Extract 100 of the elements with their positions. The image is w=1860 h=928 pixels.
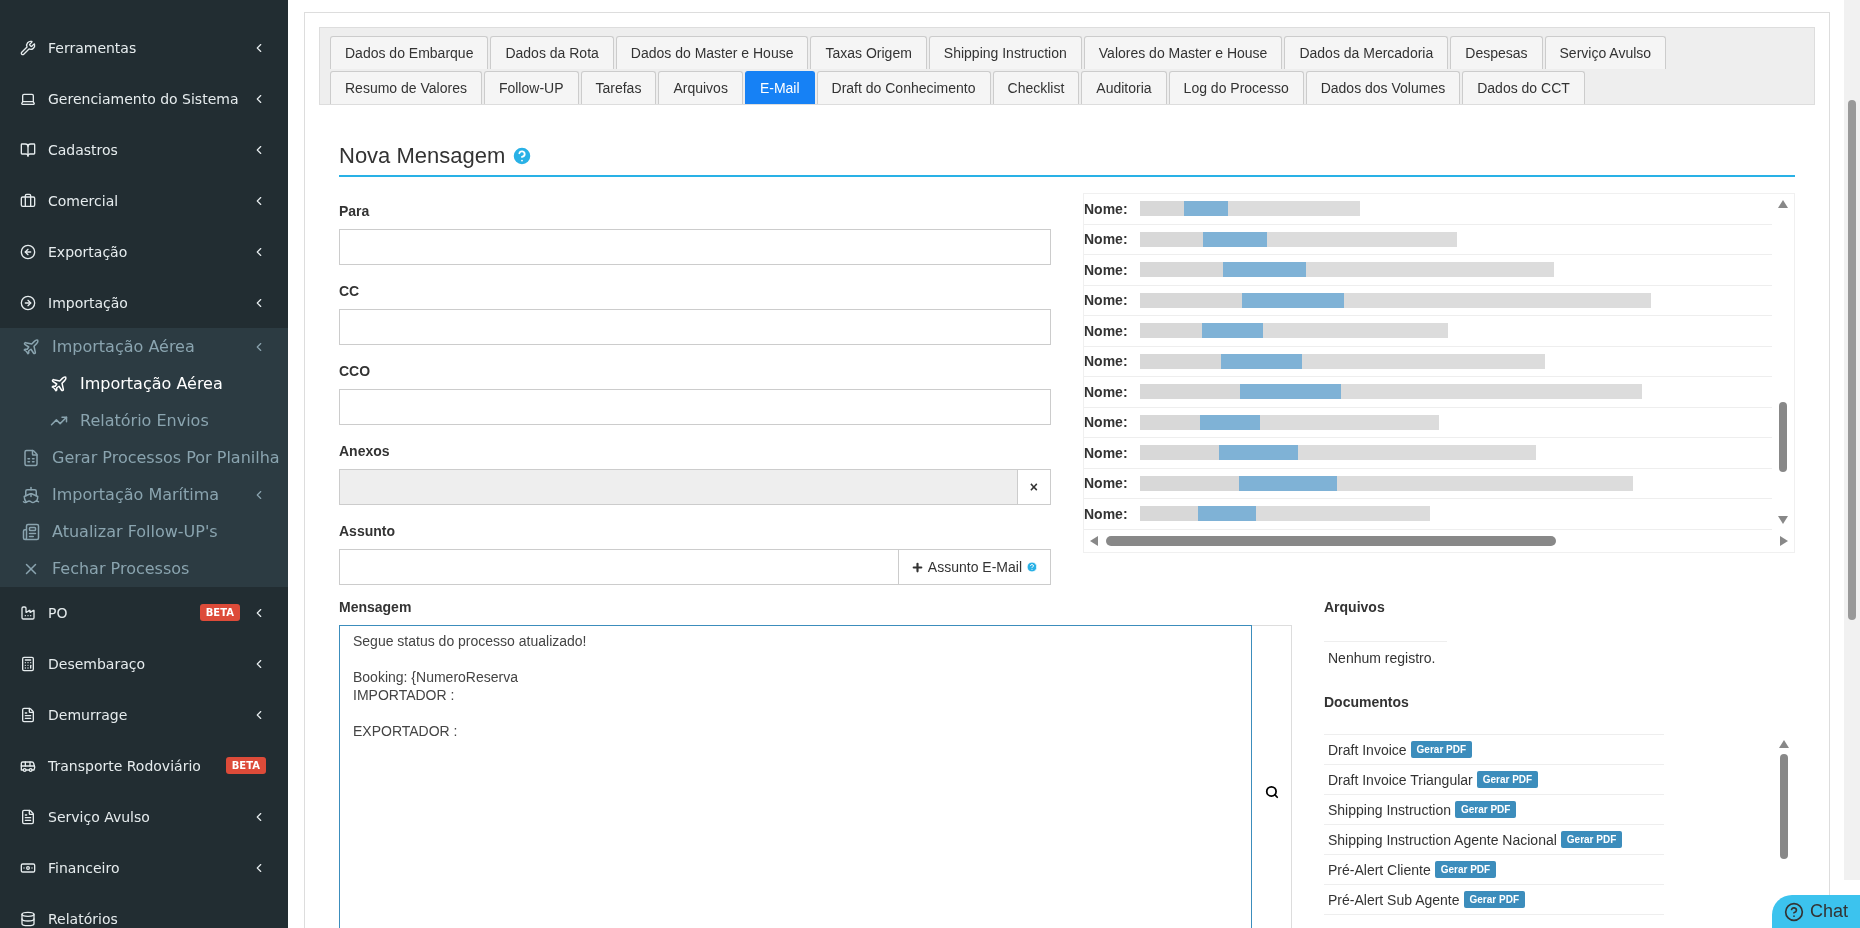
tab[interactable]: Dados do Embarque: [330, 36, 489, 69]
field-label: Mensagem: [339, 599, 413, 615]
contact-row[interactable]: Nome:: [1084, 346, 1772, 377]
empty-message: Nenhum registro.: [1324, 641, 1447, 674]
tab[interactable]: Serviço Avulso: [1544, 36, 1667, 69]
help-icon[interactable]: [511, 145, 534, 167]
input-field[interactable]: [339, 229, 1051, 265]
contact-label: Nome:: [1084, 505, 1129, 522]
document-name: Draft Invoice: [1328, 741, 1407, 758]
submenu-item[interactable]: Importação Aérea: [0, 365, 288, 402]
briefcase-icon: [20, 192, 36, 209]
contact-row[interactable]: Nome:: [1084, 499, 1772, 530]
sidebar-item[interactable]: Demurrage: [0, 689, 288, 740]
contact-row[interactable]: Nome:: [1084, 468, 1772, 499]
contact-row[interactable]: Nome:: [1084, 407, 1772, 438]
plane-icon: [22, 337, 40, 356]
sidebar-item[interactable]: PO BETA: [0, 587, 288, 638]
sidebar-item[interactable]: Ferramentas: [0, 22, 288, 73]
plus-icon: [910, 560, 924, 574]
contact-label: Nome:: [1084, 475, 1129, 492]
help-icon: [1783, 901, 1804, 922]
tab[interactable]: Tarefas: [580, 71, 657, 104]
input-field[interactable]: [339, 309, 1051, 345]
sidebar-item[interactable]: Comercial: [0, 175, 288, 226]
scroll-right-icon[interactable]: [1780, 535, 1788, 546]
generate-pdf-button[interactable]: Gerar PDF: [1463, 891, 1525, 908]
document-icon: [20, 808, 36, 825]
generate-pdf-button[interactable]: Gerar PDF: [1434, 861, 1497, 878]
sidebar-item[interactable]: Cadastros: [0, 124, 288, 175]
contact-label: Nome:: [1084, 414, 1129, 431]
tab[interactable]: Log do Processo: [1168, 71, 1304, 104]
subject-button[interactable]: Assunto E-Mail: [898, 549, 1051, 585]
submenu-item[interactable]: Importação Aérea: [0, 328, 288, 365]
contact-label: Nome:: [1084, 231, 1129, 248]
field-label: CCO: [339, 363, 372, 379]
input-field[interactable]: [339, 549, 899, 585]
beta-badge: BETA: [199, 604, 240, 621]
generate-pdf-button[interactable]: Gerar PDF: [1454, 801, 1517, 818]
contact-label: Nome:: [1084, 353, 1129, 370]
scroll-down-icon[interactable]: [1778, 515, 1788, 524]
input-field[interactable]: [339, 389, 1051, 425]
submenu-item[interactable]: Atualizar Follow-UP's: [0, 513, 288, 550]
sidebar-item[interactable]: Desembaraço: [0, 638, 288, 689]
contact-label: Nome:: [1084, 383, 1129, 400]
field-label: Assunto: [339, 523, 396, 539]
tab[interactable]: Shipping Instruction: [928, 36, 1082, 69]
scroll-up-icon[interactable]: [1778, 200, 1788, 208]
contact-row[interactable]: Nome:: [1084, 255, 1772, 286]
contact-row[interactable]: Nome:: [1084, 285, 1772, 316]
contact-row[interactable]: Nome:: [1084, 438, 1772, 469]
scroll-thumb[interactable]: [1106, 535, 1556, 546]
section-title: Nova Mensagem: [339, 143, 506, 169]
tab[interactable]: Despesas: [1450, 36, 1543, 69]
sidebar-item[interactable]: Importação: [0, 277, 288, 328]
contact-row[interactable]: Nome:: [1084, 224, 1772, 255]
field-label: Para: [339, 203, 371, 219]
tab[interactable]: Checklist: [992, 71, 1080, 104]
scroll-thumb[interactable]: [1779, 401, 1787, 472]
generate-pdf-button[interactable]: Gerar PDF: [1560, 831, 1623, 848]
scroll-thumb[interactable]: [1848, 100, 1856, 620]
generate-pdf-button[interactable]: Gerar PDF: [1476, 771, 1539, 788]
submenu-item[interactable]: Importação Marítima: [0, 476, 288, 513]
page-scrollbar[interactable]: [1844, 0, 1860, 880]
tab[interactable]: Valores do Master e House: [1083, 36, 1283, 69]
scroll-up-icon[interactable]: [1779, 740, 1789, 748]
tab[interactable]: Draft do Conhecimento: [816, 71, 991, 104]
tab[interactable]: Arquivos: [658, 71, 743, 104]
tab[interactable]: Dados da Mercadoria: [1284, 36, 1449, 69]
document-icon: [20, 706, 36, 723]
submenu-item[interactable]: Fechar Processos: [0, 550, 288, 587]
sidebar-item[interactable]: Relatórios: [0, 893, 288, 928]
tab[interactable]: E-Mail: [744, 71, 815, 104]
sidebar-item[interactable]: Financeiro: [0, 842, 288, 893]
tab[interactable]: Taxas Origem: [810, 36, 927, 69]
contact-row[interactable]: Nome:: [1084, 194, 1772, 225]
generate-pdf-button[interactable]: Gerar PDF: [1410, 741, 1473, 758]
tab[interactable]: Dados do Master e House: [615, 36, 809, 69]
submenu-item[interactable]: Relatório Envios: [0, 402, 288, 439]
document-name: Draft Invoice Triangular: [1328, 771, 1473, 788]
contact-label: Nome:: [1084, 322, 1129, 339]
scroll-thumb[interactable]: [1780, 754, 1788, 859]
tab[interactable]: Follow-UP: [483, 71, 579, 104]
database-icon: [20, 910, 36, 927]
contact-row[interactable]: Nome:: [1084, 316, 1772, 347]
tab[interactable]: Auditoria: [1081, 71, 1167, 104]
tab[interactable]: Dados do CCT: [1462, 71, 1585, 104]
sidebar-item[interactable]: Transporte Rodoviário BETA: [0, 740, 288, 791]
document-name: Pré-Alert Sub Agente: [1328, 891, 1460, 908]
tab[interactable]: Resumo de Valores: [330, 71, 482, 104]
submenu-item[interactable]: Gerar Processos Por Planilha: [0, 439, 288, 476]
field-label: CC: [339, 283, 361, 299]
chat-button[interactable]: Chat: [1771, 895, 1860, 928]
factory-icon: [20, 604, 36, 621]
sidebar-item[interactable]: Serviço Avulso: [0, 791, 288, 842]
scroll-left-icon[interactable]: [1090, 535, 1098, 546]
tab[interactable]: Dados da Rota: [490, 36, 614, 69]
sidebar-item[interactable]: Exportação: [0, 226, 288, 277]
sidebar-item[interactable]: Gerenciamento do Sistema: [0, 73, 288, 124]
contact-row[interactable]: Nome:: [1084, 377, 1772, 408]
tab[interactable]: Dados dos Volumes: [1305, 71, 1461, 104]
